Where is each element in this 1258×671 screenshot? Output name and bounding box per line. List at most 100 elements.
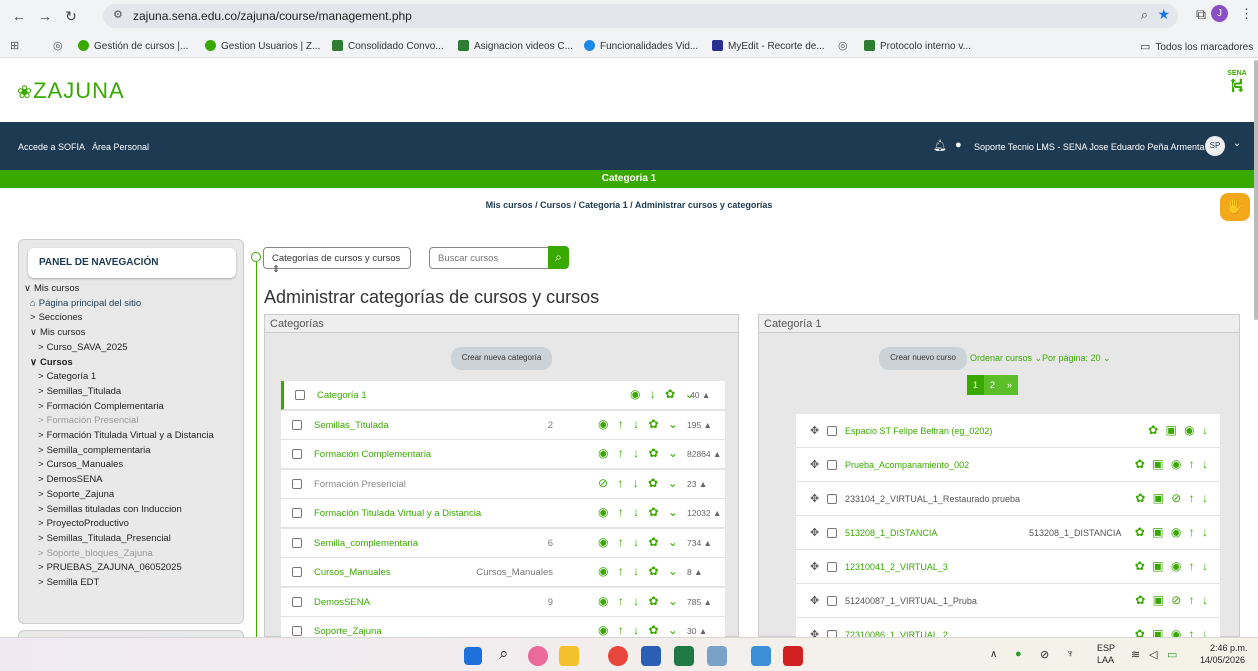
category-actions[interactable]: ◉ ↓ ✿ ⌄ bbox=[630, 387, 698, 401]
breadcrumb[interactable]: Mis cursos / Cursos / Categoría 1 / Admi… bbox=[0, 200, 1258, 210]
category-row[interactable]: Formación Complementaria ◉ ↑ ↓ ✿ ⌄ 82864 ▲ bbox=[281, 440, 725, 469]
nav-tree-item[interactable]: ∨ Mis cursos bbox=[30, 327, 85, 338]
move-icon[interactable]: ✥ bbox=[810, 424, 819, 437]
handshake-icon[interactable]: ✋ bbox=[1220, 193, 1250, 221]
excel-icon[interactable] bbox=[674, 646, 694, 666]
course-actions[interactable]: ✿ ▣ ◉ ↑ ↓ bbox=[1135, 559, 1210, 573]
sort-courses-dropdown[interactable]: Ordenar cursos ⌄ bbox=[970, 353, 1042, 364]
profile-avatar[interactable]: J bbox=[1211, 5, 1228, 22]
nav-tree-item[interactable]: > Semillas tituladas con Induccion bbox=[38, 504, 182, 515]
category-name[interactable]: Formación Presencial bbox=[314, 479, 406, 490]
tray-sync-icon[interactable]: ⊘ bbox=[1040, 648, 1049, 661]
word-icon[interactable] bbox=[641, 646, 661, 666]
acrobat-icon[interactable] bbox=[783, 646, 803, 666]
course-name[interactable]: 51240087_1_VIRTUAL_1_Pruba bbox=[845, 596, 977, 606]
nav-tree-item[interactable]: ∨ Cursos bbox=[30, 357, 73, 368]
nav-tree-item[interactable]: > DemosSENA bbox=[38, 474, 103, 485]
bookmark-item[interactable]: Gestión de cursos |... bbox=[78, 40, 188, 52]
nav-tree-item[interactable]: ∨ Mis cursos bbox=[24, 283, 79, 294]
row-checkbox[interactable] bbox=[827, 426, 837, 436]
tray-chevron-icon[interactable]: ∧ bbox=[990, 649, 997, 660]
category-row[interactable]: Formación Titulada Virtual y a Distancia… bbox=[281, 499, 725, 528]
bookmark-item[interactable]: Protocolo interno v... bbox=[864, 40, 971, 52]
course-name[interactable]: 513208_1_DISTANCIA bbox=[845, 528, 937, 538]
bell-icon[interactable]: 🔔︎ bbox=[933, 139, 947, 152]
move-icon[interactable]: ✥ bbox=[810, 560, 819, 573]
clock-time[interactable]: 2:46 p.m. bbox=[1210, 643, 1248, 653]
category-name[interactable]: Cursos_Manuales bbox=[314, 567, 391, 578]
copilot-icon[interactable] bbox=[528, 646, 548, 666]
course-actions[interactable]: ✿ ▣ ◉ ↑ ↓ bbox=[1135, 525, 1210, 539]
course-name[interactable]: Prueba_Acompanamiento_002 bbox=[845, 460, 969, 470]
wifi-icon[interactable]: ≋ bbox=[1131, 648, 1140, 661]
zoom-icon[interactable]: ⌕ bbox=[1141, 7, 1148, 23]
category-name[interactable]: DemosSENA bbox=[314, 597, 370, 608]
row-checkbox[interactable] bbox=[827, 528, 837, 538]
move-icon[interactable]: ✥ bbox=[810, 458, 819, 471]
move-icon[interactable]: ✥ bbox=[810, 594, 819, 607]
category-row[interactable]: DemosSENA 9 ◉ ↑ ↓ ✿ ⌄ 785 ▲ bbox=[281, 587, 725, 617]
category-actions[interactable]: ◉ ↑ ↓ ✿ ⌄ bbox=[598, 505, 681, 519]
row-checkbox[interactable] bbox=[827, 562, 837, 572]
all-bookmarks[interactable]: ▭ Todos los marcadores bbox=[1140, 40, 1253, 53]
microphone-icon[interactable]: ♆ bbox=[1066, 648, 1074, 660]
nav-tree-item[interactable]: > Categoría 1 bbox=[38, 371, 96, 382]
category-actions[interactable]: ◉ ↑ ↓ ✿ ⌄ bbox=[598, 564, 681, 578]
page-2[interactable]: 2 bbox=[984, 375, 1001, 395]
forward-icon[interactable]: → bbox=[34, 5, 56, 27]
category-name[interactable]: Formación Complementaria bbox=[314, 449, 431, 460]
category-actions[interactable]: ◉ ↑ ↓ ✿ ⌄ bbox=[598, 594, 681, 608]
nav-tree-item[interactable]: > Soporte_Zajuna bbox=[38, 489, 114, 500]
course-row[interactable]: ✥ 513208_1_DISTANCIA 513208_1_DISTANCIA ✿ ▣… bbox=[796, 516, 1220, 550]
nav-tree-item[interactable]: > Formación Presencial bbox=[38, 415, 138, 426]
volume-icon[interactable]: ◁ bbox=[1149, 648, 1157, 661]
create-course-button[interactable]: Crear nuevo curso bbox=[879, 347, 967, 370]
category-row[interactable]: Formación Presencial ⊘ ↑ ↓ ✿ ⌄ 23 ▲ bbox=[281, 469, 725, 499]
nav-tree-item[interactable]: > Semillas_Titulada bbox=[38, 386, 121, 397]
nav-tree-item[interactable]: > Formación Titulada Virtual y a Distanci… bbox=[38, 430, 214, 441]
notepad-icon[interactable] bbox=[707, 646, 727, 666]
row-checkbox[interactable] bbox=[827, 596, 837, 606]
nav-tree-item[interactable]: > Soporte_bloques_Zajuna bbox=[38, 548, 153, 559]
row-checkbox[interactable] bbox=[827, 460, 837, 470]
nav-link-personal[interactable]: Área Personal bbox=[92, 142, 149, 152]
row-checkbox[interactable] bbox=[292, 419, 302, 430]
star-icon[interactable]: ★ bbox=[1157, 6, 1170, 23]
page-scrollbar[interactable] bbox=[1254, 60, 1258, 320]
move-icon[interactable]: ✥ bbox=[810, 526, 819, 539]
nav-tree-item[interactable]: ⌂ Página principal del sitio bbox=[30, 298, 141, 309]
user-name[interactable]: Soporte Tecnio LMS - SENA Jose Eduardo P… bbox=[974, 142, 1204, 152]
bookmark-item[interactable]: Funcionalidades Vid... bbox=[584, 40, 698, 52]
nav-tree-item[interactable]: > Semilla EDT bbox=[38, 577, 99, 588]
nav-link-sofia[interactable]: Accede a SOFIA bbox=[18, 142, 85, 152]
bookmark-item[interactable]: MyEdit - Recorte de... bbox=[712, 40, 825, 52]
row-checkbox[interactable] bbox=[827, 494, 837, 504]
address-bar[interactable]: ⚙ zajuna.sena.edu.co/zajuna/course/manag… bbox=[103, 4, 1178, 28]
category-actions[interactable]: ◉ ↑ ↓ ✿ ⌄ bbox=[598, 623, 681, 637]
photos-icon[interactable] bbox=[751, 646, 771, 666]
row-checkbox[interactable] bbox=[292, 626, 302, 636]
course-name[interactable]: 12310041_2_VIRTUAL_3 bbox=[845, 562, 948, 572]
row-checkbox[interactable] bbox=[292, 596, 302, 607]
site-info-icon[interactable]: ⚙ bbox=[113, 8, 123, 21]
category-row[interactable]: Semilla_complementaria 6 ◉ ↑ ↓ ✿ ⌄ 734 ▲ bbox=[281, 528, 725, 558]
course-row[interactable]: ✥ Prueba_Acompanamiento_002 ✿ ▣ ◉ ↑ ↓ bbox=[796, 448, 1220, 482]
row-checkbox[interactable] bbox=[292, 567, 302, 577]
nav-tree-item[interactable]: > Secciones bbox=[30, 312, 82, 323]
keyboard-layout[interactable]: LAA bbox=[1097, 655, 1114, 665]
nav-tree-item[interactable]: > PRUEBAS_ZAJUNA_06052025 bbox=[38, 562, 182, 573]
course-row[interactable]: ✥ 51240087_1_VIRTUAL_1_Pruba ✿ ▣ ⊘ ↑ ↓ bbox=[796, 584, 1220, 618]
course-row[interactable]: ✥ 233104_2_VIRTUAL_1_Restaurado prueba ✿ ▣… bbox=[796, 482, 1220, 516]
row-checkbox[interactable] bbox=[295, 390, 305, 400]
category-name[interactable]: Semilla_complementaria bbox=[314, 538, 418, 549]
chrome-icon[interactable] bbox=[608, 646, 628, 666]
course-actions[interactable]: ✿ ▣ ⊘ ↑ ↓ bbox=[1135, 593, 1210, 607]
nav-tree-item[interactable]: > Semilla_complementaria bbox=[38, 445, 151, 456]
course-actions[interactable]: ✿ ▣ ◉ ↑ ↓ bbox=[1135, 457, 1210, 471]
globe-icon[interactable]: ◎ bbox=[838, 39, 848, 52]
menu-icon[interactable]: ⋮ bbox=[1240, 6, 1253, 22]
reload-icon[interactable]: ↻ bbox=[60, 5, 82, 27]
nav-tree-item[interactable]: > Formación Complementaria bbox=[38, 401, 164, 412]
category-actions[interactable]: ◉ ↑ ↓ ✿ ⌄ bbox=[598, 535, 681, 549]
nav-tree-item[interactable]: > Curso_SAVA_2025 bbox=[38, 342, 128, 353]
